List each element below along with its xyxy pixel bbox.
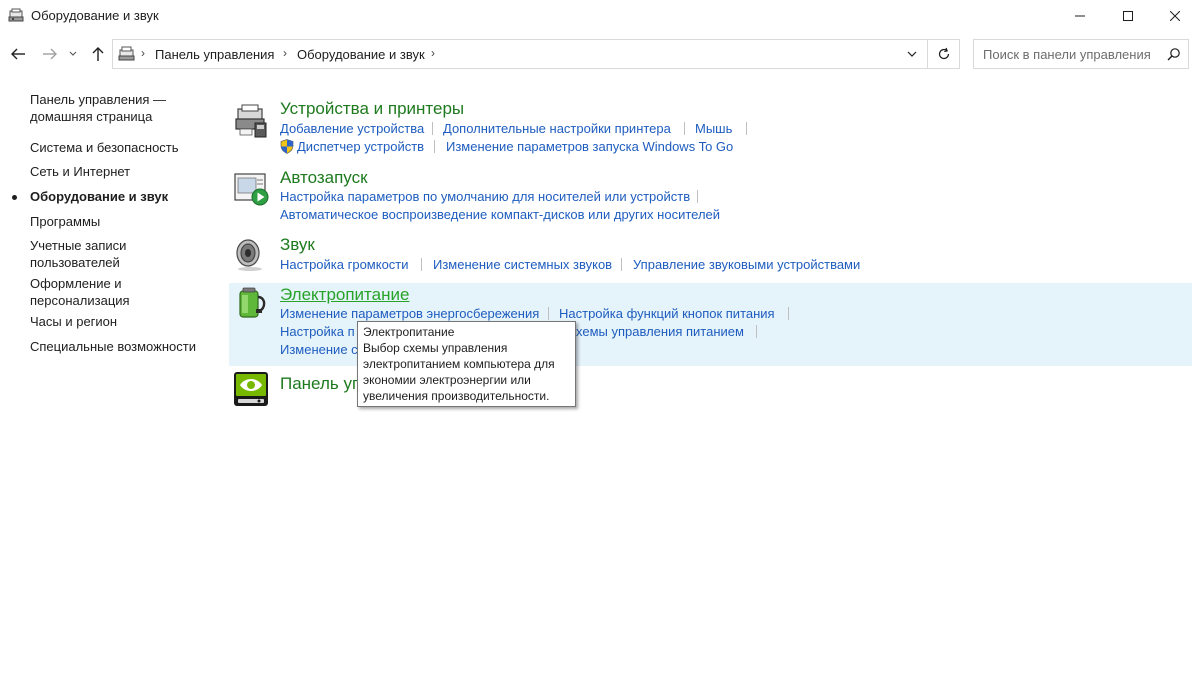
minimize-icon: [1075, 15, 1085, 17]
tooltip-line: электропитанием компьютера для: [363, 357, 555, 371]
up-button[interactable]: [86, 42, 110, 66]
sidebar-item-system-security[interactable]: Система и безопасность: [30, 140, 210, 157]
link-mouse[interactable]: Мышь: [695, 121, 732, 136]
sidebar-item-ease-of-access[interactable]: Специальные возможности: [30, 339, 210, 356]
link-power-saving-settings[interactable]: Изменение параметров энергосбережения: [280, 306, 539, 321]
link-power-setup[interactable]: Настройка п: [280, 324, 355, 339]
link-separator: [746, 122, 747, 135]
link-device-manager[interactable]: Диспетчер устройств: [297, 139, 424, 154]
breadcrumb-separator[interactable]: ›: [283, 46, 287, 60]
speaker-icon[interactable]: [233, 237, 269, 273]
link-adjust-volume[interactable]: Настройка громкости: [280, 257, 409, 272]
sidebar-item-label: персонализация: [30, 292, 130, 308]
devices-and-sound-icon: [118, 46, 135, 61]
link-separator: [684, 122, 685, 135]
breadcrumb-control-panel[interactable]: Панель управления: [155, 47, 274, 62]
link-separator: [756, 325, 757, 338]
category-title-power-options[interactable]: Электропитание: [280, 285, 409, 305]
link-separator: [421, 258, 422, 271]
sidebar-item-label: Система и безопасность: [30, 140, 179, 155]
link-power-change[interactable]: Изменение с: [280, 342, 358, 357]
power-options-icon[interactable]: [233, 285, 269, 321]
close-icon: [1170, 11, 1180, 21]
link-printer-settings[interactable]: Дополнительные настройки принтера: [443, 121, 671, 136]
autoplay-icon[interactable]: [233, 171, 269, 207]
back-button[interactable]: [6, 42, 30, 66]
search-box[interactable]: [973, 39, 1189, 69]
refresh-button[interactable]: [929, 40, 959, 68]
devices-and-sound-icon: [8, 8, 24, 22]
nvidia-icon[interactable]: [233, 371, 269, 407]
close-button[interactable]: [1152, 0, 1198, 32]
link-windows-to-go[interactable]: Изменение параметров запуска Windows To …: [446, 139, 733, 154]
link-separator: [548, 307, 549, 320]
sidebar-item-control-panel-home[interactable]: Панель управления — домашняя страница: [30, 92, 210, 125]
breadcrumb-hardware-and-sound[interactable]: Оборудование и звук: [297, 47, 425, 62]
link-system-sounds[interactable]: Изменение системных звуков: [433, 257, 612, 272]
link-add-device[interactable]: Добавление устройства: [280, 121, 424, 136]
uac-shield-icon: [280, 139, 294, 154]
sidebar-item-label: Оформление и: [30, 276, 122, 291]
address-dropdown-button[interactable]: [898, 40, 926, 68]
sidebar-item-hardware-sound[interactable]: Оборудование и звук: [12, 189, 210, 206]
title-bar: Оборудование и звук: [0, 0, 1200, 32]
tooltip-line: Выбор схемы управления: [363, 341, 508, 355]
address-bar[interactable]: › Панель управления › Оборудование и зву…: [112, 39, 960, 69]
link-autoplay-cd[interactable]: Автоматическое воспроизведение компакт-д…: [280, 207, 720, 222]
sidebar-item-label: Часы и регион: [30, 314, 118, 329]
sidebar-item-label: Программы: [30, 214, 101, 229]
sidebar-item-label: домашняя страница: [30, 108, 153, 124]
search-input[interactable]: [974, 40, 1164, 68]
refresh-icon: [938, 47, 950, 60]
link-separator: [432, 122, 433, 135]
address-divider: [927, 40, 928, 68]
tooltip-title: Электропитание: [363, 325, 455, 339]
category-title-nvidia-control-panel[interactable]: Панель уп: [280, 374, 361, 394]
sidebar-item-label: Специальные возможности: [30, 339, 196, 354]
recent-locations-button[interactable]: [64, 42, 82, 66]
link-audio-devices[interactable]: Управление звуковыми устройствами: [633, 257, 860, 272]
sidebar-item-label: Сеть и Интернет: [30, 164, 131, 179]
sidebar-item-user-accounts[interactable]: Учетные записи пользователей: [30, 238, 210, 271]
tooltip-line: экономии электроэнергии или: [363, 373, 531, 387]
breadcrumb-separator[interactable]: ›: [141, 46, 145, 60]
link-separator: [434, 140, 435, 153]
sidebar-item-label: Панель управления —: [30, 92, 167, 107]
breadcrumb-separator[interactable]: ›: [431, 46, 435, 60]
tooltip: Электропитание Выбор схемы управления эл…: [357, 321, 576, 407]
devices-printers-icon[interactable]: [233, 103, 269, 139]
up-arrow-icon: [92, 47, 104, 61]
back-arrow-icon: [11, 48, 25, 60]
chevron-down-icon: [907, 51, 917, 57]
sidebar-item-programs[interactable]: Программы: [30, 214, 210, 231]
window-title: Оборудование и звук: [31, 8, 159, 23]
active-bullet: [12, 195, 17, 200]
sidebar-item-appearance[interactable]: Оформление и персонализация: [30, 276, 210, 309]
sidebar-item-label: Учетные записи: [30, 238, 127, 253]
maximize-icon: [1123, 11, 1133, 21]
link-separator: [621, 258, 622, 271]
maximize-button[interactable]: [1105, 0, 1151, 32]
category-title-autoplay[interactable]: Автозапуск: [280, 168, 368, 188]
link-autoplay-defaults[interactable]: Настройка параметров по умолчанию для но…: [280, 189, 690, 204]
search-icon[interactable]: [1167, 47, 1181, 61]
sidebar-item-label: Оборудование и звук: [30, 189, 169, 204]
forward-arrow-icon: [43, 48, 57, 60]
sidebar-item-network-internet[interactable]: Сеть и Интернет: [30, 164, 210, 181]
link-power-plan[interactable]: хемы управления питанием: [576, 324, 744, 339]
forward-button[interactable]: [38, 42, 62, 66]
link-separator: [788, 307, 789, 320]
link-separator: [697, 190, 698, 203]
minimize-button[interactable]: [1057, 0, 1103, 32]
chevron-down-icon: [69, 51, 77, 56]
category-title-sound[interactable]: Звук: [280, 235, 315, 255]
sidebar-item-clock-region[interactable]: Часы и регион: [30, 314, 210, 331]
navigation-row: › Панель управления › Оборудование и зву…: [0, 38, 1200, 70]
link-power-buttons[interactable]: Настройка функций кнопок питания: [559, 306, 775, 321]
tooltip-line: увеличения производительности.: [363, 389, 550, 403]
sidebar-item-label: пользователей: [30, 254, 120, 270]
category-title-devices-printers[interactable]: Устройства и принтеры: [280, 99, 464, 119]
